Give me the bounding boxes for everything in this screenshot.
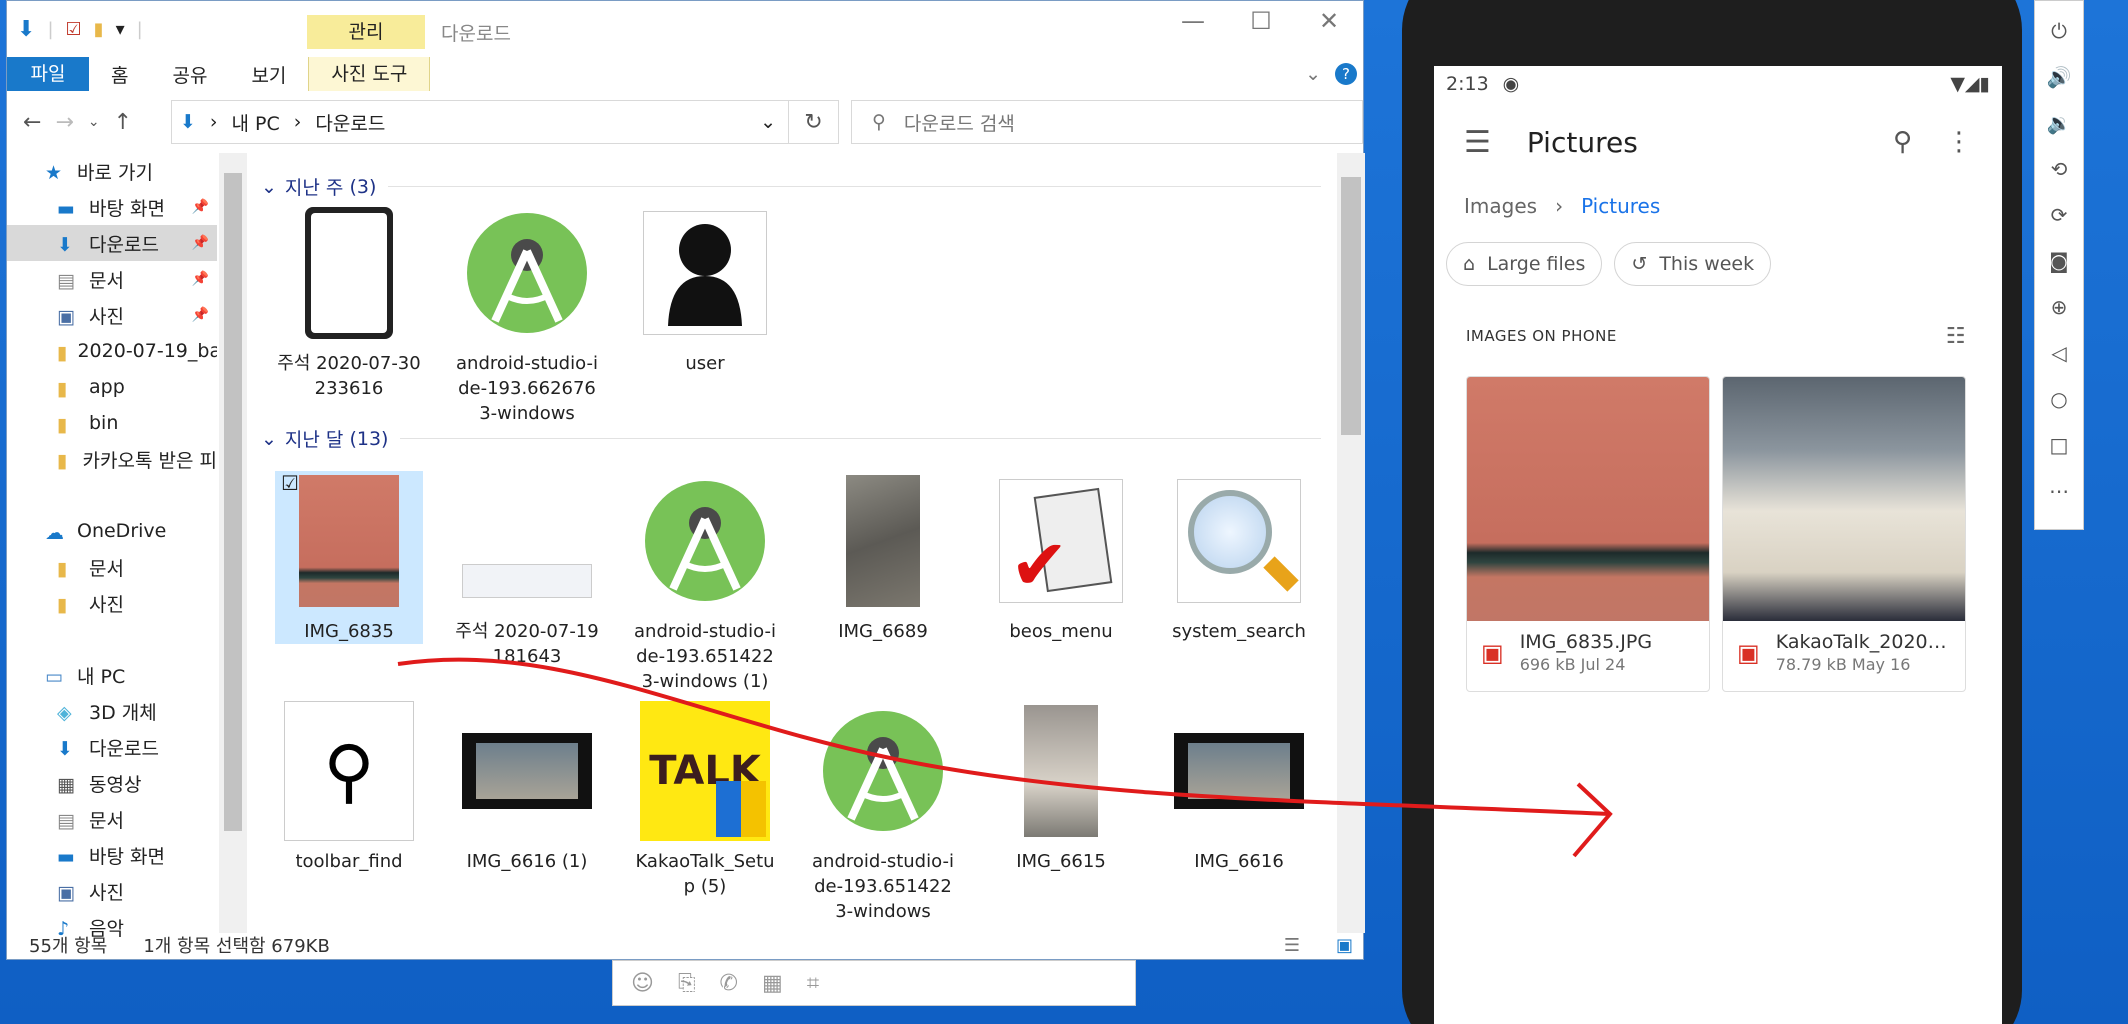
drag-arrow-annotation: [397, 657, 1613, 858]
